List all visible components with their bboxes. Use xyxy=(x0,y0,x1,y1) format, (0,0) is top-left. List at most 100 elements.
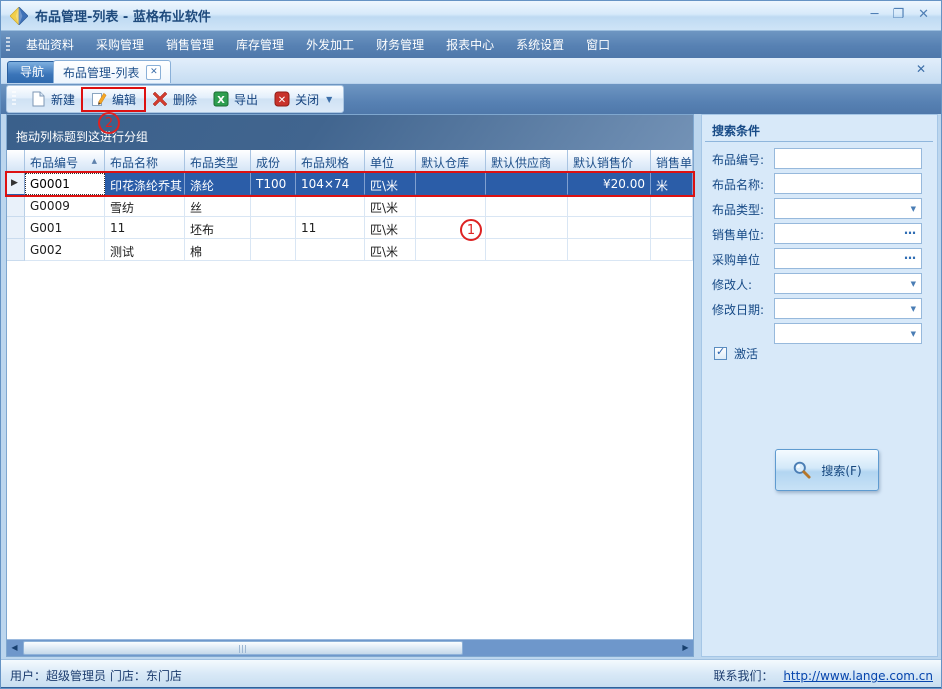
grid-header-indicator[interactable] xyxy=(7,150,25,173)
grid-header-2[interactable]: 布品名称 xyxy=(105,150,185,173)
tab-navigation[interactable]: 导航 xyxy=(7,61,58,83)
cell-r3-c5[interactable]: 11 xyxy=(296,217,365,239)
menu-item-4[interactable]: 库存管理 xyxy=(226,33,294,56)
ellipsis-picker-icon[interactable]: … xyxy=(904,248,917,262)
menubar-grip-handle[interactable] xyxy=(6,36,10,53)
toolbar-close-dropdown-icon[interactable]: ▼ xyxy=(326,95,332,104)
cell-r4-c5[interactable] xyxy=(296,239,365,261)
cell-r2-c8[interactable] xyxy=(486,195,568,217)
grid-header-1[interactable]: 布品编号 ▲ xyxy=(25,150,105,173)
search-field-input-8[interactable]: ▼ xyxy=(774,323,922,344)
cell-r2-c10[interactable] xyxy=(651,195,693,217)
close-icon[interactable]: ✕ xyxy=(918,6,929,24)
tab-fabric-list[interactable]: 布品管理-列表 ✕ xyxy=(53,60,172,83)
table-row[interactable]: G001 11 坯布 11 匹\米 xyxy=(7,217,693,239)
cell-r4-c8[interactable] xyxy=(486,239,568,261)
cell-r2-c3[interactable]: 丝 xyxy=(185,195,251,217)
tabstrip-close-icon[interactable]: ✕ xyxy=(916,62,926,76)
cell-r4-c1[interactable]: G002 xyxy=(25,239,105,261)
search-field-input-7[interactable]: ▼ xyxy=(774,298,922,319)
grid-header-4[interactable]: 成份 xyxy=(251,150,296,173)
menu-item-5[interactable]: 外发加工 xyxy=(296,33,364,56)
search-field-input-1[interactable] xyxy=(774,148,922,169)
cell-r1-c5[interactable]: 104×74 xyxy=(296,173,365,195)
cell-r4-c2[interactable]: 测试 xyxy=(105,239,185,261)
minimize-icon[interactable]: ─ xyxy=(871,6,879,24)
cell-r3-c2[interactable]: 11 xyxy=(105,217,185,239)
menu-item-7[interactable]: 报表中心 xyxy=(436,33,504,56)
cell-r1-c4[interactable]: T100 xyxy=(251,173,296,195)
cell-r1-c2[interactable]: 印花涤纶乔其 xyxy=(105,173,185,195)
chevron-down-icon[interactable]: ▼ xyxy=(911,205,916,213)
cell-r3-c1[interactable]: G001 xyxy=(25,217,105,239)
website-link[interactable]: http://www.lange.com.cn xyxy=(783,669,933,683)
search-field-input-6[interactable]: ▼ xyxy=(774,273,922,294)
chevron-down-icon[interactable]: ▼ xyxy=(911,280,916,288)
ellipsis-picker-icon[interactable]: … xyxy=(904,223,917,237)
cell-r4-c4[interactable] xyxy=(251,239,296,261)
grid-header-6[interactable]: 单位 xyxy=(365,150,416,173)
horizontal-scrollbar[interactable]: ◀ ▶ xyxy=(7,639,693,656)
scrollbar-grip[interactable] xyxy=(239,645,247,653)
toolbar-delete-button[interactable]: 删除 xyxy=(144,89,205,110)
cell-r3-c3[interactable]: 坯布 xyxy=(185,217,251,239)
scroll-left-icon[interactable]: ◀ xyxy=(7,640,22,656)
toolbar-export-button[interactable]: X 导出 xyxy=(205,89,266,110)
cell-r1-c6[interactable]: 匹\米 xyxy=(365,173,416,195)
cell-r1-c7[interactable] xyxy=(416,173,486,195)
cell-r1-c3[interactable]: 涤纶 xyxy=(185,173,251,195)
grid-header-9[interactable]: 默认销售价 xyxy=(568,150,651,173)
grid-header-3[interactable]: 布品类型 xyxy=(185,150,251,173)
table-row[interactable]: ▶ G0001 印花涤纶乔其 涤纶 T100 104×74 匹\米 ¥20.00 米 xyxy=(5,171,695,197)
tab-close-icon[interactable]: ✕ xyxy=(146,64,162,80)
active-checkbox[interactable]: ✓ xyxy=(714,345,727,360)
table-row[interactable]: G0009 雪纺丝 匹\米 xyxy=(7,195,693,217)
cell-r4-c9[interactable] xyxy=(568,239,651,261)
toolbar-close-button[interactable]: ✕ 关闭 ▼ xyxy=(266,89,340,110)
menu-item-8[interactable]: 系统设置 xyxy=(506,33,574,56)
search-field-input-3[interactable]: ▼ xyxy=(774,198,922,219)
cell-r1-c10[interactable]: 米 xyxy=(651,173,693,195)
cell-r2-c4[interactable] xyxy=(251,195,296,217)
search-field-input-4[interactable]: … xyxy=(774,223,922,244)
cell-r2-c7[interactable] xyxy=(416,195,486,217)
cell-r3-c10[interactable] xyxy=(651,217,693,239)
cell-r2-c1[interactable]: G0009 xyxy=(25,195,105,217)
grid-header-5[interactable]: 布品规格 xyxy=(296,150,365,173)
cell-r2-c5[interactable] xyxy=(296,195,365,217)
scrollbar-thumb[interactable] xyxy=(23,641,463,655)
grid-header-7[interactable]: 默认仓库 xyxy=(416,150,486,173)
cell-r1-c9[interactable]: ¥20.00 xyxy=(568,173,651,195)
cell-r1-c1[interactable]: G0001 xyxy=(25,173,105,195)
cell-r3-c8[interactable] xyxy=(486,217,568,239)
cell-r2-c6[interactable]: 匹\米 xyxy=(365,195,416,217)
chevron-down-icon[interactable]: ▼ xyxy=(911,330,916,338)
cell-r4-c6[interactable]: 匹\米 xyxy=(365,239,416,261)
maximize-icon[interactable]: ❐ xyxy=(892,6,904,24)
cell-r3-c9[interactable] xyxy=(568,217,651,239)
menu-item-3[interactable]: 销售管理 xyxy=(156,33,224,56)
cell-r2-c9[interactable] xyxy=(568,195,651,217)
grid-header-10[interactable]: 销售单位 xyxy=(651,150,693,173)
search-field-input-5[interactable]: … xyxy=(774,248,922,269)
menu-item-9[interactable]: 窗口 xyxy=(576,33,620,56)
toolbar-new-button[interactable]: 新建 xyxy=(22,89,83,110)
cell-r3-c4[interactable] xyxy=(251,217,296,239)
cell-r3-c6[interactable]: 匹\米 xyxy=(365,217,416,239)
toolbar-edit-button[interactable]: 编辑 xyxy=(81,86,147,112)
cell-r4-c3[interactable]: 棉 xyxy=(185,239,251,261)
chevron-down-icon[interactable]: ▼ xyxy=(911,305,916,313)
cell-r1-c8[interactable] xyxy=(486,173,568,195)
search-button[interactable]: 搜索(F) xyxy=(775,449,879,491)
scroll-right-icon[interactable]: ▶ xyxy=(678,640,693,656)
table-row[interactable]: G002 测试棉 匹\米 xyxy=(7,239,693,261)
menu-item-6[interactable]: 财务管理 xyxy=(366,33,434,56)
cell-r2-c2[interactable]: 雪纺 xyxy=(105,195,185,217)
menu-item-1[interactable]: 基础资料 xyxy=(16,33,84,56)
grid-header-8[interactable]: 默认供应商 xyxy=(486,150,568,173)
toolbar-grip-handle[interactable] xyxy=(12,91,16,107)
cell-r4-c7[interactable] xyxy=(416,239,486,261)
search-field-input-2[interactable] xyxy=(774,173,922,194)
menu-item-2[interactable]: 采购管理 xyxy=(86,33,154,56)
cell-r4-c10[interactable] xyxy=(651,239,693,261)
